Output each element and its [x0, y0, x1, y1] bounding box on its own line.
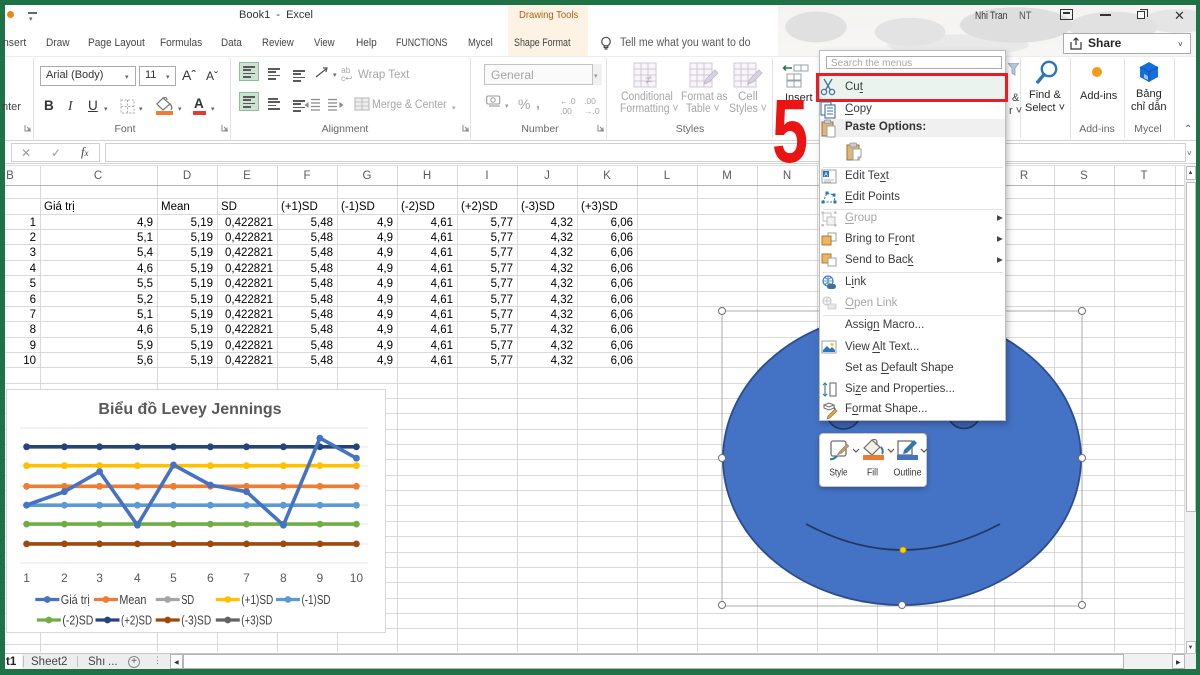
svg-text:(+1)SD: (+1)SD: [241, 593, 273, 607]
svg-text:(-2)SD: (-2)SD: [62, 614, 93, 628]
svg-text:(+3)SD: (+3)SD: [241, 614, 272, 628]
svg-text:10: 10: [350, 571, 364, 585]
svg-text:4: 4: [134, 571, 141, 585]
svg-text:1: 1: [23, 571, 30, 585]
svg-text:Biểu đồ Levey Jennings: Biểu đồ Levey Jennings: [98, 400, 281, 418]
svg-text:3: 3: [96, 571, 103, 585]
svg-text:(-1)SD: (-1)SD: [302, 593, 331, 607]
svg-text:≠: ≠: [645, 72, 652, 87]
svg-text:7: 7: [243, 571, 250, 585]
svg-text:Style: Style: [830, 467, 848, 479]
svg-text:SD: SD: [181, 593, 194, 607]
svg-text:Giá trị: Giá trị: [61, 593, 90, 607]
svg-text:(-3)SD: (-3)SD: [181, 614, 211, 628]
svg-text:8: 8: [280, 571, 287, 585]
svg-text:(+2)SD: (+2)SD: [121, 614, 152, 628]
svg-text:6: 6: [207, 571, 214, 585]
svg-text:5: 5: [170, 571, 177, 585]
svg-text:9: 9: [317, 571, 324, 585]
svg-text:2: 2: [61, 571, 68, 585]
svg-text:Mean: Mean: [119, 593, 146, 607]
svg-text:Fill: Fill: [867, 467, 878, 479]
svg-text:A: A: [824, 173, 828, 179]
svg-text:Outline: Outline: [894, 467, 922, 479]
